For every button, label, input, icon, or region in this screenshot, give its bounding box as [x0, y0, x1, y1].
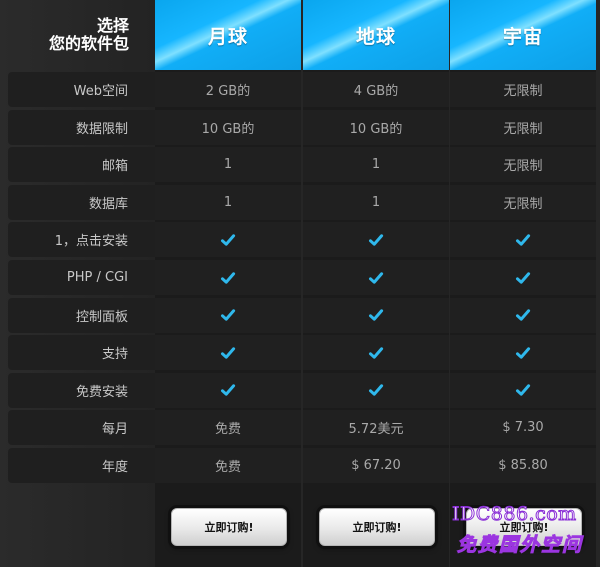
- check-icon: [450, 297, 596, 333]
- feature-label: 每月: [8, 410, 155, 446]
- choose-package-heading: 选择 您的软件包: [0, 0, 155, 70]
- order-now-button[interactable]: 立即订购!: [319, 508, 435, 546]
- order-now-button[interactable]: 立即订购!: [171, 508, 287, 546]
- check-icon: [303, 260, 449, 295]
- plan-column: 月球 2 GB的 10 GB的 1 1 免费 免费 立即订购!: [155, 0, 301, 567]
- plan-column: 宇宙 无限制 无限制 无限制 无限制 $ 7.30 $ 85.80 立即订购!: [450, 0, 596, 567]
- plan-value: 无限制: [450, 109, 596, 145]
- feature-label: Web空间: [8, 72, 155, 107]
- plan-name-header: 宇宙: [450, 0, 596, 70]
- check-icon: [155, 260, 301, 295]
- plan-name-header: 月球: [155, 0, 301, 70]
- check-icon: [155, 335, 301, 371]
- plan-value: 4 GB的: [303, 72, 449, 107]
- feature-label: 数据限制: [8, 109, 155, 145]
- check-icon: [450, 372, 596, 408]
- plan-value: 无限制: [450, 147, 596, 183]
- plan-name-header: 地球: [303, 0, 449, 70]
- feature-label: PHP / CGI: [8, 260, 155, 295]
- feature-label: 免费安装: [8, 372, 155, 408]
- check-icon: [450, 260, 596, 295]
- plan-value: 1: [303, 147, 449, 183]
- feature-label: 邮箱: [8, 147, 155, 183]
- check-icon: [303, 222, 449, 258]
- check-icon: [155, 222, 301, 258]
- plan-value: 免费: [155, 448, 301, 483]
- plan-value: $ 7.30: [450, 410, 596, 446]
- plan-value: 10 GB的: [303, 109, 449, 145]
- plan-value: 1: [155, 184, 301, 220]
- check-icon: [155, 372, 301, 408]
- plan-value: 1: [303, 184, 449, 220]
- plan-value: 免费: [155, 410, 301, 446]
- plan-value: 无限制: [450, 72, 596, 107]
- plan-column: 地球 4 GB的 10 GB的 1 1 5.72美元 $ 67.20 立即订购!: [303, 0, 449, 567]
- heading-line-1: 选择: [96, 16, 129, 35]
- check-icon: [450, 222, 596, 258]
- pricing-table: 选择 您的软件包 月球 2 GB的 10 GB的 1 1 免费 免费 立即订购! 地球 4 GB的…: [0, 0, 600, 567]
- plan-value: $ 85.80: [450, 448, 596, 483]
- watermark-domain: IDC886.com: [452, 503, 577, 526]
- feature-label: 数据库: [8, 184, 155, 220]
- feature-label: 控制面板: [8, 297, 155, 333]
- check-icon: [303, 335, 449, 371]
- plan-value: 5.72美元: [303, 410, 449, 446]
- plan-value: 2 GB的: [155, 72, 301, 107]
- plan-value: 10 GB的: [155, 109, 301, 145]
- watermark-slogan: 免费国外空间: [456, 534, 584, 557]
- check-icon: [155, 297, 301, 333]
- check-icon: [303, 297, 449, 333]
- feature-label: 1，点击安装: [8, 222, 155, 258]
- check-icon: [303, 372, 449, 408]
- plan-value: 1: [155, 147, 301, 183]
- plan-value: $ 67.20: [303, 448, 449, 483]
- check-icon: [450, 335, 596, 371]
- heading-line-2: 您的软件包: [48, 34, 129, 53]
- plan-value: 无限制: [450, 184, 596, 220]
- feature-label: 支持: [8, 335, 155, 371]
- feature-label: 年度: [8, 448, 155, 483]
